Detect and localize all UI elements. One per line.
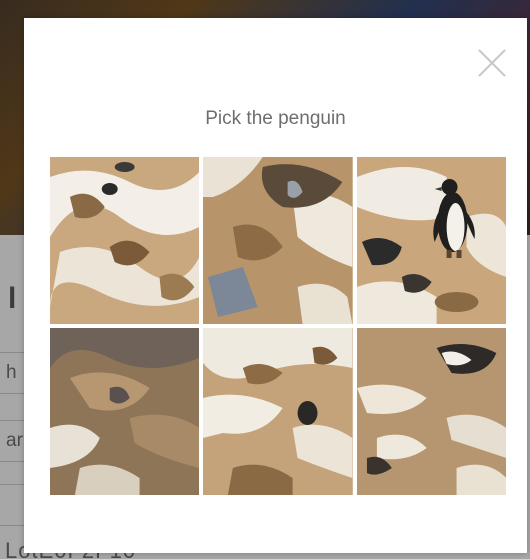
close-button[interactable] <box>475 46 509 80</box>
rocky-snow-image <box>356 328 506 495</box>
rocky-snow-image <box>50 328 200 495</box>
captcha-tile-3[interactable] <box>356 157 506 324</box>
background-heading-fragment: l <box>8 282 17 315</box>
captcha-tile-1[interactable] <box>50 157 200 324</box>
captcha-modal: Pick the penguin <box>24 18 527 553</box>
rocky-snow-image <box>203 157 353 324</box>
captcha-title: Pick the penguin <box>205 108 346 129</box>
penguin-on-rocks-image <box>356 157 506 324</box>
close-icon <box>478 49 506 77</box>
captcha-tile-4[interactable] <box>50 328 200 495</box>
rocky-snow-image <box>203 328 353 495</box>
captcha-tile-5[interactable] <box>203 328 353 495</box>
captcha-image-grid <box>50 157 506 495</box>
captcha-tile-2[interactable] <box>203 157 353 324</box>
rocky-snow-image <box>50 157 200 324</box>
captcha-tile-6[interactable] <box>356 328 506 495</box>
